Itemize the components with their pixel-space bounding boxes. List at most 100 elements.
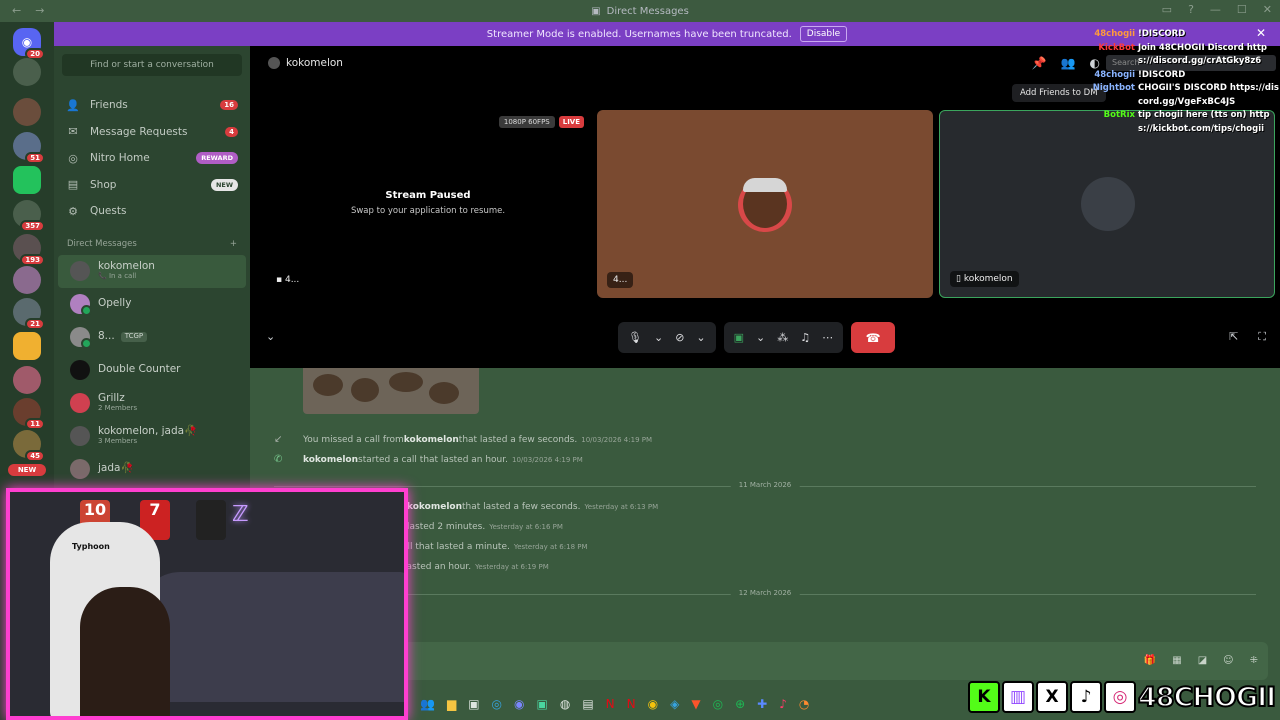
gift-icon[interactable]: 🎁 xyxy=(1144,655,1156,666)
chat-username: KickBot xyxy=(1098,42,1135,53)
disconnect-button[interactable]: ☎ xyxy=(851,322,896,353)
chevron-down-icon[interactable]: ⌄ xyxy=(266,330,275,343)
chat-message: tip chogii here (tts on) https://kickbot… xyxy=(1138,110,1270,134)
server-icon[interactable] xyxy=(13,266,41,294)
server-icon[interactable] xyxy=(13,58,41,86)
chrome-icon[interactable]: ◉ xyxy=(648,697,658,711)
sticker-icon[interactable]: ◪ xyxy=(1198,655,1207,666)
forward-arrow-icon[interactable]: → xyxy=(35,4,44,17)
emoji-icon[interactable]: ☺ xyxy=(1223,655,1233,666)
camera-off-icon[interactable]: ⊘ xyxy=(675,331,684,344)
gif-icon[interactable]: ▦ xyxy=(1172,655,1181,666)
image-attachment[interactable] xyxy=(303,368,479,414)
chevron-down-icon[interactable]: ⌄ xyxy=(756,331,765,344)
chevron-down-icon[interactable]: ⌄ xyxy=(654,331,663,344)
store-icon[interactable]: ▣ xyxy=(468,697,479,711)
chevron-down-icon[interactable]: ⌄ xyxy=(696,331,705,344)
minimize-button[interactable]: — xyxy=(1210,3,1221,16)
username[interactable]: kokomelon xyxy=(303,455,358,465)
server-icon[interactable]: 357 xyxy=(13,200,45,232)
sidebar-item-nitro-home[interactable]: ◎ Nitro Home REWARD xyxy=(54,145,250,172)
participant-tile[interactable]: 4... xyxy=(597,110,933,298)
inbox-icon[interactable]: ▭ xyxy=(1162,3,1172,16)
view-controls: ⇱ ⛶ xyxy=(1229,330,1266,344)
discord-taskbar-icon[interactable]: ◉ xyxy=(514,697,524,711)
in-call-status: 📞 In a call xyxy=(98,271,137,280)
dm-item-opelly[interactable]: Opelly xyxy=(58,288,246,321)
chat-message: !DISCORD xyxy=(1138,69,1186,80)
fullscreen-icon[interactable]: ⛶ xyxy=(1258,330,1266,344)
maximize-button[interactable]: ☐ xyxy=(1237,3,1247,16)
new-servers-pill[interactable]: NEW xyxy=(8,464,46,476)
badge-count: 193 xyxy=(20,254,45,266)
netflix-icon[interactable]: N xyxy=(627,697,636,711)
app-icon[interactable]: ▤ xyxy=(582,697,593,711)
server-icon[interactable] xyxy=(13,332,41,360)
back-arrow-icon[interactable]: ← xyxy=(12,4,21,17)
brave-icon[interactable]: ▼ xyxy=(691,697,700,711)
server-icon[interactable]: 11 xyxy=(13,398,45,430)
close-button[interactable]: ✕ xyxy=(1263,3,1272,16)
stream-tile[interactable]: 1080P 60FPS LIVE Stream Paused Swap to y… xyxy=(260,110,596,298)
dm-item-jada[interactable]: jada🥀 xyxy=(58,453,246,486)
create-dm-button[interactable]: + xyxy=(230,239,237,249)
apps-icon[interactable]: ⁜ xyxy=(1250,655,1258,666)
sidebar-item-quests[interactable]: ⚙ Quests xyxy=(54,198,250,225)
home-button[interactable]: ◉ 20 xyxy=(13,28,45,60)
pin-icon[interactable]: 📌 xyxy=(1032,56,1047,70)
server-icon[interactable] xyxy=(13,366,41,394)
netflix-icon[interactable]: N xyxy=(606,697,615,711)
server-icon[interactable]: 193 xyxy=(13,234,45,266)
more-icon[interactable]: ⋯ xyxy=(822,331,833,344)
server-icon[interactable]: 51 xyxy=(13,132,45,164)
avatar xyxy=(70,261,90,281)
composer-actions: 🎁 ▦ ◪ ☺ ⁜ xyxy=(1144,655,1258,666)
server-icon[interactable] xyxy=(13,166,41,194)
call-log-message: lasted 2 minutes. Yesterday at 6:16 PM xyxy=(407,522,563,532)
dm-item-kokomelon-jada[interactable]: kokomelon, jada🥀 3 Members xyxy=(58,420,246,453)
file-explorer-icon[interactable]: ▆ xyxy=(447,697,456,711)
teams-icon[interactable]: 👥 xyxy=(420,697,435,711)
tiktok-taskbar-icon[interactable]: ♪ xyxy=(779,697,787,711)
discord-icon: ▣ xyxy=(591,5,601,17)
mobile-icon: ▯ xyxy=(956,274,964,284)
dm-item-grillz[interactable]: Grillz 2 Members xyxy=(58,387,246,420)
soundboard-icon[interactable]: ♫ xyxy=(800,331,810,344)
participant-tile-kokomelon[interactable]: ▯ kokomelon xyxy=(939,110,1275,298)
username[interactable]: kokomelon xyxy=(407,502,462,512)
disable-streamer-mode-button[interactable]: Disable xyxy=(799,26,848,42)
server-icon[interactable]: 21 xyxy=(13,298,45,330)
app-icon[interactable]: ◈ xyxy=(670,697,679,711)
add-friends-icon[interactable]: 👥 xyxy=(1061,56,1076,70)
dm-item-kokomelon[interactable]: kokomelon 📞 In a call xyxy=(58,254,246,288)
call-log-message: kokomelon that lasted a few seconds. Yes… xyxy=(407,502,659,512)
timestamp: Yesterday at 6:18 PM xyxy=(513,543,588,551)
dm-item-double-counter[interactable]: Double Counter xyxy=(58,354,246,387)
timestamp: 10/03/2026 4:19 PM xyxy=(512,456,583,464)
sidebar-item-message-requests[interactable]: ✉ Message Requests 4 xyxy=(54,119,250,146)
find-conversation-input[interactable]: Find or start a conversation xyxy=(62,54,242,76)
edge-icon[interactable]: ◎ xyxy=(492,697,502,711)
server-icon[interactable] xyxy=(13,98,41,126)
activities-icon[interactable]: ⁂ xyxy=(777,331,788,344)
help-icon[interactable]: ? xyxy=(1188,3,1194,16)
chat-username: 48chogii xyxy=(1094,69,1135,80)
stream-label: ▪ 4... xyxy=(276,275,300,285)
dm-item-8[interactable]: 8... TCGP xyxy=(58,321,246,354)
call-log-message: all that lasted a minute. Yesterday at 6… xyxy=(402,542,588,552)
popout-icon[interactable]: ⇱ xyxy=(1229,330,1238,344)
sidebar-item-shop[interactable]: ▤ Shop NEW xyxy=(54,172,250,199)
firefox-icon[interactable]: ◔ xyxy=(799,697,809,711)
sidebar-item-friends[interactable]: 👤 Friends 16 xyxy=(54,92,250,119)
spotify-icon[interactable]: ◎ xyxy=(713,697,723,711)
app-icon[interactable]: ▣ xyxy=(537,697,548,711)
badge-count: 357 xyxy=(20,220,45,232)
badge-count: 21 xyxy=(25,318,45,330)
steam-icon[interactable]: ◍ xyxy=(560,697,570,711)
xbox-icon[interactable]: ⊕ xyxy=(735,697,745,711)
app-icon[interactable]: ✚ xyxy=(757,697,767,711)
server-icon[interactable]: 45 xyxy=(13,430,45,462)
screen-share-icon[interactable]: ▣ xyxy=(734,331,744,344)
microphone-icon[interactable]: 🎙 xyxy=(628,331,642,344)
username[interactable]: kokomelon xyxy=(404,435,459,445)
